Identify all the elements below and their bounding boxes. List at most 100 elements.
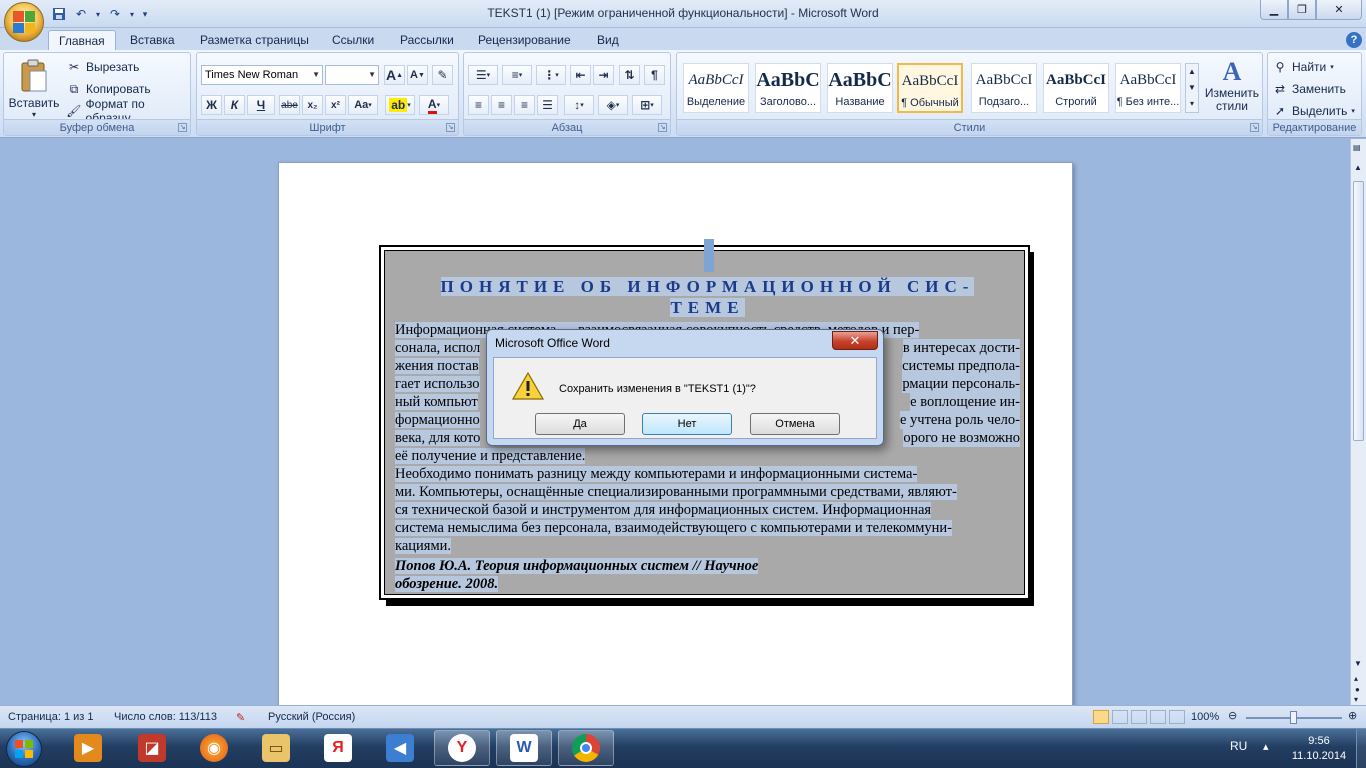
zoom-slider-thumb[interactable]	[1290, 711, 1297, 724]
format-painter-button[interactable]: 🖌 Формат по образцу	[66, 97, 190, 125]
style-title[interactable]: AaBbC Название	[827, 63, 893, 113]
bullets-icon[interactable]: ☰ ▾	[468, 65, 498, 85]
clear-formatting-icon[interactable]: ✎	[432, 65, 453, 85]
style-no-spacing[interactable]: AaBbCcI ¶ Без инте...	[1115, 63, 1181, 113]
draft-icon[interactable]	[1169, 710, 1185, 724]
ruler-toggle-icon[interactable]: ▤	[1353, 143, 1361, 152]
tab-review[interactable]: Рецензирование	[468, 30, 581, 50]
scroll-down-icon[interactable]: ▼	[1354, 659, 1362, 668]
zoom-out-icon[interactable]: ⊖	[1228, 709, 1237, 722]
strikethrough-button[interactable]: abe	[279, 95, 300, 115]
align-left-icon[interactable]: ≡	[468, 95, 489, 115]
bold-button[interactable]: Ж	[201, 95, 222, 115]
web-layout-icon[interactable]	[1131, 710, 1147, 724]
style-strong[interactable]: AaBbCcI Строгий	[1043, 63, 1109, 113]
help-icon[interactable]: ?	[1346, 32, 1362, 48]
paste-dropdown-icon[interactable]: ▾	[8, 110, 60, 119]
sort-icon[interactable]: ⇅	[619, 65, 640, 85]
taskbar-firefox[interactable]: ◉	[186, 730, 242, 766]
underline-button[interactable]: Ч	[247, 95, 275, 115]
style-heading[interactable]: AaBbC Заголово...	[755, 63, 821, 113]
font-size-combo[interactable]: ▼	[325, 65, 379, 85]
outline-icon[interactable]	[1150, 710, 1166, 724]
style-emphasis[interactable]: AaBbCcI Выделение	[683, 63, 749, 113]
taskbar-presentation[interactable]: ◪	[124, 730, 180, 766]
styles-launcher-icon[interactable]: ↘	[1250, 123, 1259, 132]
cancel-button[interactable]: Отмена	[750, 413, 840, 435]
line-spacing-icon[interactable]: ↕ ▾	[564, 95, 594, 115]
replace-button[interactable]: ⇄ Заменить	[1272, 79, 1346, 99]
no-button[interactable]: Нет	[642, 413, 732, 435]
taskbar-media-player[interactable]: ▶	[60, 730, 116, 766]
page-indicator[interactable]: Страница: 1 из 1	[8, 711, 94, 723]
paragraph-launcher-icon[interactable]: ↘	[658, 123, 667, 132]
shading-icon[interactable]: ◈ ▾	[598, 95, 628, 115]
tab-view[interactable]: Вид	[587, 30, 629, 50]
italic-button[interactable]: К	[224, 95, 245, 115]
change-styles-button[interactable]: A Изменить стили	[1203, 57, 1261, 119]
align-center-icon[interactable]: ≡	[491, 95, 512, 115]
tab-page-layout[interactable]: Разметка страницы	[190, 30, 319, 50]
increase-indent-icon[interactable]: ⇥	[593, 65, 614, 85]
clipboard-launcher-icon[interactable]: ↘	[178, 123, 187, 132]
scroll-thumb[interactable]	[1353, 181, 1364, 441]
yes-button[interactable]: Да	[535, 413, 625, 435]
print-layout-icon[interactable]	[1093, 710, 1109, 724]
word-count[interactable]: Число слов: 113/113	[114, 711, 217, 723]
grow-font-button[interactable]: A ▲	[384, 65, 405, 85]
office-button[interactable]	[4, 2, 44, 42]
close-icon[interactable]: ✕	[1316, 0, 1362, 20]
font-name-combo[interactable]: Times New Roman ▼	[201, 65, 323, 85]
taskbar-chrome[interactable]	[558, 730, 614, 766]
styles-scroll[interactable]: ▲ ▼ ▾	[1185, 63, 1199, 113]
tray-language[interactable]: RU	[1230, 739, 1247, 753]
style-subtitle[interactable]: AaBbCcI Подзаго...	[971, 63, 1037, 113]
tray-clock[interactable]: 9:56 11.10.2014	[1288, 734, 1350, 764]
style-normal[interactable]: AaBbCcI ¶ Обычный	[897, 63, 963, 113]
vertical-scrollbar[interactable]: ▤ ▲ ▼ ▴ ● ▾	[1350, 139, 1366, 705]
multilevel-list-icon[interactable]: ⋮ ▾	[536, 65, 566, 85]
language-indicator[interactable]: Русский (Россия)	[268, 711, 355, 723]
start-button[interactable]	[6, 731, 42, 767]
change-case-button[interactable]: Aa ▾	[348, 95, 378, 115]
taskbar-explorer[interactable]: ▭	[248, 730, 304, 766]
dialog-close-icon[interactable]: ✕	[832, 331, 878, 350]
taskbar-word[interactable]: W	[496, 730, 552, 766]
shrink-font-button[interactable]: A ▼	[407, 65, 428, 85]
taskbar-yandex-browser[interactable]: Y	[434, 730, 490, 766]
subscript-button[interactable]: x₂	[302, 95, 323, 115]
browse-object-icon[interactable]: ●	[1355, 685, 1360, 694]
full-screen-reading-icon[interactable]	[1112, 710, 1128, 724]
tab-references[interactable]: Ссылки	[322, 30, 384, 50]
scroll-up-icon[interactable]: ▲	[1354, 163, 1362, 172]
font-launcher-icon[interactable]: ↘	[446, 123, 455, 132]
numbering-icon[interactable]: ≡ ▾	[502, 65, 532, 85]
decrease-indent-icon[interactable]: ⇤	[570, 65, 591, 85]
previous-page-icon[interactable]: ▴	[1354, 674, 1358, 683]
taskbar-yandex[interactable]: Я	[310, 730, 366, 766]
select-button[interactable]: ➚ Выделить ▾	[1272, 101, 1355, 121]
align-right-icon[interactable]: ≡	[514, 95, 535, 115]
tab-home[interactable]: Главная	[48, 30, 116, 50]
superscript-button[interactable]: x²	[325, 95, 346, 115]
borders-icon[interactable]: ⊞ ▾	[632, 95, 662, 115]
tray-expand-icon[interactable]: ▴	[1263, 740, 1269, 753]
next-page-icon[interactable]: ▾	[1354, 695, 1358, 704]
font-color-button[interactable]: A ▾	[419, 95, 449, 115]
restore-icon[interactable]: ❐	[1288, 0, 1316, 20]
highlight-button[interactable]: ab ▾	[385, 95, 415, 115]
pilcrow-icon[interactable]: ¶	[644, 65, 665, 85]
find-button[interactable]: ⚲ Найти ▾	[1272, 57, 1334, 77]
tab-mailings[interactable]: Рассылки	[390, 30, 464, 50]
copy-button[interactable]: ⧉ Копировать	[66, 79, 151, 99]
cut-button[interactable]: ✂ Вырезать	[66, 57, 139, 77]
tab-insert[interactable]: Вставка	[120, 30, 185, 50]
paste-button[interactable]: Вставить ▾	[8, 57, 60, 119]
zoom-in-icon[interactable]: ⊕	[1348, 709, 1357, 722]
justify-icon[interactable]: ☰	[537, 95, 558, 115]
zoom-level[interactable]: 100%	[1191, 711, 1219, 723]
spellcheck-icon[interactable]: ✎	[236, 711, 245, 724]
minimize-icon[interactable]: ▁	[1260, 0, 1288, 20]
show-desktop-button[interactable]	[1356, 729, 1366, 768]
taskbar-volume-app[interactable]: ◀	[372, 730, 428, 766]
